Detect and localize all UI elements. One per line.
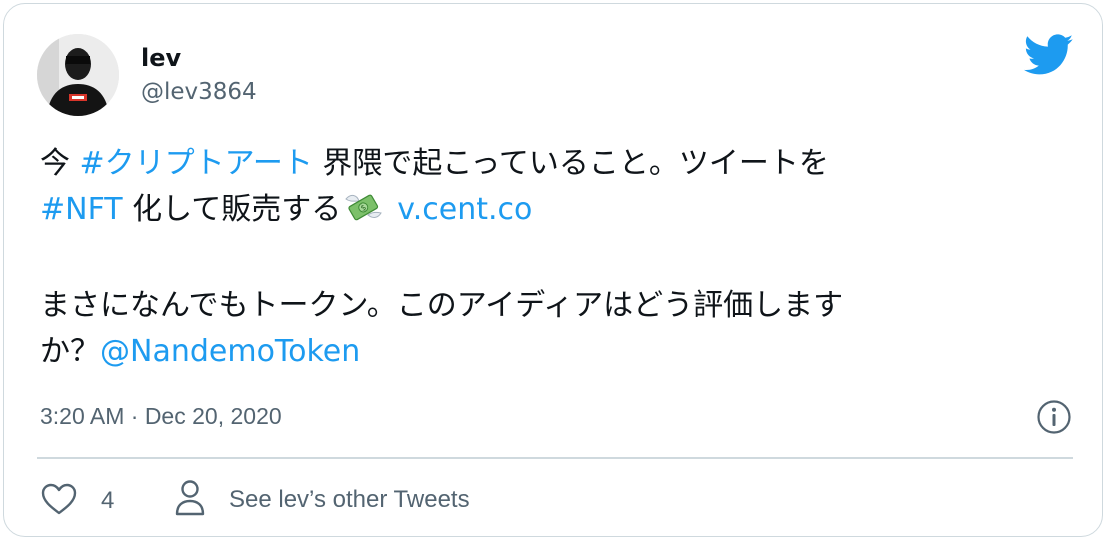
tweet-line-3: まさになんでもトークン。このアイディアはどう評価します xyxy=(40,283,1080,329)
text-segment: 化して販売する xyxy=(122,192,342,227)
tweet-line-4: か？@NandemoToken xyxy=(40,329,1080,375)
see-other-tweets-button[interactable]: See lev’s other Tweets xyxy=(174,480,470,520)
tweet-card[interactable]: lev @lev3864 今 #クリプトアート 界隈で起こっていること。ツイート… xyxy=(3,3,1103,537)
tweet-timestamp[interactable]: 3:20 AM · Dec 20, 2020 xyxy=(40,401,282,431)
heart-icon[interactable] xyxy=(40,482,78,520)
like-count: 4 xyxy=(101,487,115,514)
text-segment: まさになんでもトークン。このアイディアはどう評価します xyxy=(40,288,844,323)
text-segment: 界隈で起こっていること。ツイートを xyxy=(312,146,829,181)
avatar-photo xyxy=(37,34,119,116)
text-segment: か？ xyxy=(40,334,100,369)
person-icon xyxy=(174,479,206,521)
hashtag-link[interactable]: #NFT xyxy=(40,192,123,227)
text-segment: 今 xyxy=(40,146,80,181)
like-button[interactable] xyxy=(40,482,78,520)
info-icon[interactable] xyxy=(1036,399,1072,435)
divider xyxy=(37,457,1073,459)
author-name[interactable]: lev xyxy=(141,44,181,72)
tweet-line-2: #NFT 化して販売する $ v.cent.co xyxy=(40,187,1080,233)
hashtag-link[interactable]: #クリプトアート xyxy=(80,146,313,181)
see-other-tweets-label[interactable]: See lev’s other Tweets xyxy=(229,485,470,515)
url-link[interactable]: v.cent.co xyxy=(397,192,532,227)
twitter-bird-icon[interactable] xyxy=(1023,34,1074,76)
author-handle[interactable]: @lev3864 xyxy=(141,78,257,106)
tweet-line-1: 今 #クリプトアート 界隈で起こっていること。ツイートを xyxy=(40,141,1080,187)
money-with-wings-icon: $ xyxy=(343,189,383,225)
tweet-body: 今 #クリプトアート 界隈で起こっていること。ツイートを #NFT 化して販売す… xyxy=(40,141,1080,375)
mention-link[interactable]: @NandemoToken xyxy=(100,334,360,369)
avatar[interactable] xyxy=(37,34,119,116)
